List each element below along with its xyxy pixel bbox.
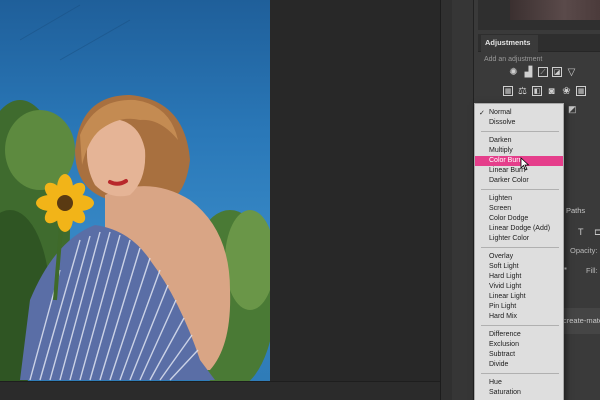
menu-item-darker-color[interactable]: Darker Color [475, 176, 563, 186]
exposure-icon[interactable]: ◪ [552, 67, 562, 77]
menu-item-pin-light[interactable]: Pin Light [475, 302, 563, 312]
status-bar [0, 381, 440, 400]
gradient-triangle-icon[interactable]: ▽ [566, 67, 577, 78]
menu-item-hue[interactable]: Hue [475, 378, 563, 388]
menu-item-color-burn[interactable]: Color Burn [475, 156, 563, 166]
text-tool-icon[interactable]: T [578, 227, 584, 237]
opacity-label: Opacity: [570, 246, 598, 255]
vibrance-icon[interactable]: ▦ [503, 86, 513, 96]
tab-paths[interactable]: Paths [566, 206, 585, 215]
canvas-background [270, 0, 440, 381]
menu-separator [481, 131, 559, 132]
checkmark-icon: ✓ [479, 110, 485, 117]
menu-item-overlay[interactable]: Overlay [475, 252, 563, 262]
menu-item-hard-light[interactable]: Hard Light [475, 272, 563, 282]
invert-icon[interactable]: ◩ [568, 104, 577, 115]
menu-item-screen[interactable]: Screen [475, 204, 563, 214]
menu-separator [481, 247, 559, 248]
menu-separator [481, 373, 559, 374]
menu-item-darken[interactable]: Darken [475, 136, 563, 146]
add-adjustment-label: Add an adjustment [484, 56, 543, 63]
lock-icon[interactable]: ▪ [564, 264, 567, 273]
menu-item-linear-dodge-add[interactable]: Linear Dodge (Add) [475, 224, 563, 234]
photo-canvas[interactable] [0, 0, 270, 381]
menu-item-soft-light[interactable]: Soft Light [475, 262, 563, 272]
menu-item-hard-mix[interactable]: Hard Mix [475, 312, 563, 322]
panel-divider[interactable] [440, 0, 452, 400]
camera-icon[interactable]: ◙ [546, 86, 557, 97]
fill-label: Fill: [586, 266, 598, 275]
menu-item-exclusion[interactable]: Exclusion [475, 340, 563, 350]
menu-separator [481, 325, 559, 326]
menu-item-difference[interactable]: Difference [475, 330, 563, 340]
menu-item-divide[interactable]: Divide [475, 360, 563, 370]
shape-icon[interactable]: ⊏ [594, 227, 600, 238]
layer-name[interactable]: create-mater [563, 316, 600, 325]
menu-item-subtract[interactable]: Subtract [475, 350, 563, 360]
menu-separator [481, 189, 559, 190]
adjustment-icons-row-2: ▦ ⚖ ◧ ◙ ❀ ▦ [503, 86, 586, 99]
menu-item-linear-light[interactable]: Linear Light [475, 292, 563, 302]
menu-item-color-dodge[interactable]: Color Dodge [475, 214, 563, 224]
mouse-cursor-icon [520, 157, 530, 171]
levels-icon[interactable]: ▟ [523, 67, 534, 78]
tab-adjustments[interactable]: Adjustments [481, 35, 539, 52]
menu-item-dissolve[interactable]: Dissolve [475, 118, 563, 128]
channel-icon[interactable]: ❀ [561, 86, 572, 97]
menu-item-saturation[interactable]: Saturation [475, 388, 563, 398]
menu-item-vivid-light[interactable]: Vivid Light [475, 282, 563, 292]
menu-item-lighter-color[interactable]: Lighter Color [475, 234, 563, 244]
menu-item-normal[interactable]: Normal [475, 108, 563, 118]
collapsed-panel-strip [452, 0, 474, 400]
grid-icon[interactable]: ▦ [576, 86, 586, 96]
blend-mode-menu[interactable]: Normal ✓ Dissolve Darken Multiply Color Burn L… [474, 103, 564, 400]
curves-icon[interactable]: ⟋ [538, 67, 548, 77]
photo-image [0, 4, 270, 381]
menu-item-multiply[interactable]: Multiply [475, 146, 563, 156]
adjustment-icons-row-1: ✺ ▟ ⟋ ◪ ▽ [508, 67, 577, 80]
menu-item-lighten[interactable]: Lighten [475, 194, 563, 204]
color-swatch-strip[interactable] [510, 0, 600, 20]
brightness-icon[interactable]: ✺ [508, 67, 519, 78]
balance-icon[interactable]: ⚖ [517, 86, 528, 97]
bw-icon[interactable]: ◧ [532, 86, 542, 96]
menu-item-linear-burn[interactable]: Linear Burn [475, 166, 563, 176]
